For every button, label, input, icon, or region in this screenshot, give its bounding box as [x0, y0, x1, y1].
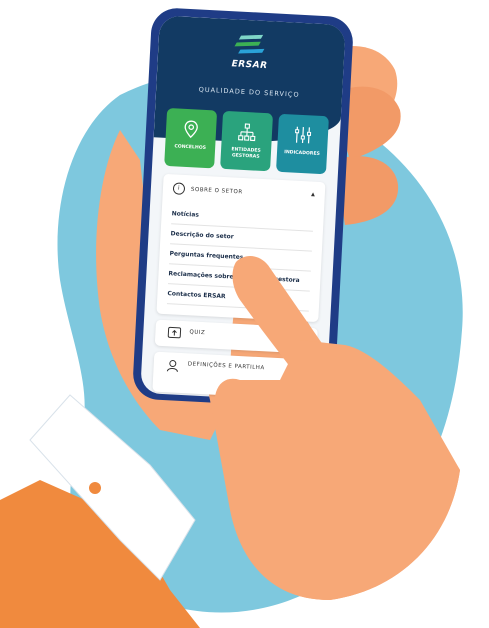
quiz-row[interactable]: QUIZ: [154, 319, 318, 355]
info-icon: i: [172, 182, 186, 195]
tile-label: CONCELHOS: [174, 144, 207, 151]
tile-entidades-gestoras[interactable]: ENTIDADES GESTORAS: [220, 110, 274, 172]
map-pin-icon: [184, 120, 198, 139]
about-sector-panel: i SOBRE O SETOR ▲ Notícias Descrição do s…: [156, 173, 326, 323]
about-sector-heading: SOBRE O SETOR: [190, 186, 243, 196]
about-sector-menu: Notícias Descrição do setor Perguntas fr…: [166, 204, 314, 312]
app-screen: ERSAR QUALIDADE DO SERVIÇO CONCELHOS ENT…: [140, 15, 346, 402]
brand-name: ERSAR: [231, 59, 268, 72]
settings-row[interactable]: DEFINIÇÕES E PARTILHA: [152, 351, 317, 400]
quiz-icon: [167, 326, 182, 339]
tile-concelhos[interactable]: CONCELHOS: [164, 107, 218, 169]
network-icon: [238, 123, 256, 142]
quiz-label: QUIZ: [189, 329, 206, 337]
quick-tiles: CONCELHOS ENTIDADES GESTORAS INDICADORES: [164, 107, 329, 175]
tile-label: INDICADORES: [284, 150, 320, 157]
about-sector-header[interactable]: i SOBRE O SETOR: [172, 182, 243, 198]
caret-up-icon[interactable]: ▲: [311, 192, 315, 198]
sliders-icon: [295, 126, 312, 144]
tile-indicadores[interactable]: INDICADORES: [275, 113, 329, 175]
user-icon: [166, 360, 178, 372]
tile-label: ENTIDADES GESTORAS: [231, 147, 261, 160]
cufflink: [89, 482, 101, 494]
settings-label: DEFINIÇÕES E PARTILHA: [187, 361, 265, 372]
section-title: QUALIDADE DO SERVIÇO: [198, 85, 300, 99]
